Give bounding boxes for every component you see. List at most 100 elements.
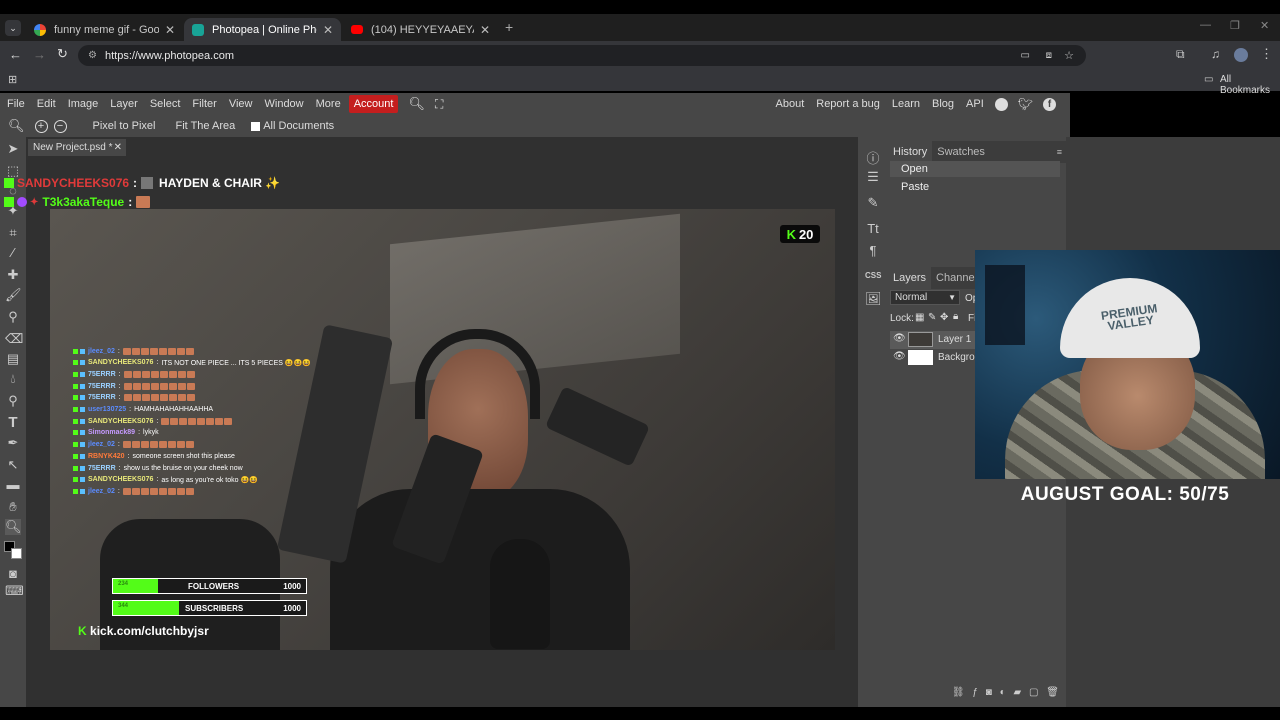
all-documents-checkbox[interactable] [251,121,261,131]
fullscreen-icon[interactable]: ⛶ [435,97,443,112]
type-tool-icon[interactable]: T [5,415,21,431]
all-bookmarks-link[interactable]: All Bookmarks [1220,74,1280,96]
media-icon[interactable]: ♫ [1211,47,1220,61]
reddit-icon[interactable] [994,97,1008,111]
tab-youtube[interactable]: (104) HEYYEYAAEYAAAEYAEYAA ✕ [343,18,498,41]
bookmark-star-icon[interactable]: ☆ [1064,49,1074,62]
pen-tool-icon[interactable]: ✒ [5,435,21,451]
address-bar[interactable]: ⚙ https://www.photopea.com ☆ ▭ ⧈ [78,45,1086,66]
adjustment-layer-icon[interactable]: ◐ [1000,687,1006,703]
account-button[interactable]: Account [348,95,399,113]
menu-layer[interactable]: Layer [104,98,144,110]
close-icon[interactable]: ✕ [323,23,333,37]
effects-icon[interactable]: ƒ [972,687,978,703]
shape-tool-icon[interactable]: ▬ [5,477,21,493]
fit-area-button[interactable]: Fit The Area [170,120,242,132]
adjustments-icon[interactable]: ☰ [865,169,881,185]
hand-tool-icon[interactable]: ✋︎ [5,499,21,515]
reload-icon[interactable]: ↻ [57,46,68,62]
close-icon[interactable]: ✕ [165,23,175,37]
apps-grid-icon[interactable]: ⊞ [8,73,17,86]
zoom-out-icon[interactable]: − [53,119,67,133]
tab-google[interactable]: funny meme gif - Google Search ✕ [26,18,183,41]
background-color-swatch[interactable] [11,548,22,559]
menu-file[interactable]: File [1,98,31,110]
close-window-icon[interactable]: ✕ [1260,19,1269,32]
stamp-tool-icon[interactable]: ⚲ [5,309,21,325]
menu-blog[interactable]: Blog [926,98,960,110]
blend-mode-select[interactable]: Normal ▼ [890,290,960,305]
character-icon[interactable]: Tt [865,221,881,237]
panel-menu-icon[interactable]: ≡ [1057,147,1062,157]
lock-all-icon[interactable]: 🔒︎ [953,311,958,322]
lock-move-icon[interactable]: ✥ [940,312,948,323]
quick-mask-icon[interactable]: ◙ [5,566,21,582]
css-icon[interactable]: CSS [865,271,881,287]
menu-kebab-icon[interactable]: ⋮ [1260,46,1273,62]
healing-brush-icon[interactable]: ✚ [5,267,21,283]
eraser-tool-icon[interactable]: ⌫ [5,331,23,347]
tab-swatches[interactable]: Swatches [932,141,990,163]
twitter-icon[interactable]: 🐦︎ [1018,97,1033,111]
maximize-icon[interactable]: ❐ [1230,19,1240,32]
layer-actions: ⛓ ƒ ◙ ◐ ▰ ▢ 🗑︎ [948,687,1063,703]
site-info-icon[interactable]: ⚙ [88,50,97,61]
menu-report-bug[interactable]: Report a bug [810,98,886,110]
avatar[interactable] [1234,48,1248,62]
minimize-icon[interactable]: — [1200,19,1211,31]
tab-history[interactable]: History [888,141,933,163]
tab-photopea[interactable]: Photopea | Online Photo Editor ✕ [184,18,341,41]
dodge-tool-icon[interactable]: ⚲ [5,393,21,409]
blur-tool-icon[interactable]: 💧︎ [5,371,21,387]
menu-window[interactable]: Window [259,98,310,110]
tab-layers[interactable]: Layers [888,267,932,289]
cast-icon[interactable]: ⧈ [1046,50,1052,61]
zoom-tool-icon[interactable]: 🔍︎ [5,519,22,535]
link-icon[interactable]: ⛓ [952,687,965,703]
extension-puzzle-icon[interactable]: ⧉ [1176,47,1185,62]
paragraph-icon[interactable]: ¶ [865,243,881,259]
history-item-open[interactable]: Open [890,161,1060,177]
menu-view[interactable]: View [223,98,259,110]
close-icon[interactable]: ✕ [480,23,490,37]
new-tab-icon[interactable]: + [505,19,513,35]
crop-tool-icon[interactable]: ⌗ [5,225,21,241]
zoom-in-icon[interactable]: + [34,119,48,133]
brush-tool-icon[interactable]: 🖌︎ [5,287,22,303]
menu-edit[interactable]: Edit [31,98,62,110]
mask-icon[interactable]: ◙ [986,687,992,703]
lock-paint-icon[interactable]: ✎ [928,312,936,323]
visibility-eye-icon[interactable]: 👁︎ [893,333,906,344]
path-select-icon[interactable]: ↖ [5,457,21,473]
facebook-icon[interactable]: f [1043,97,1056,111]
menu-filter[interactable]: Filter [186,98,222,110]
eyedropper-icon[interactable]: ⁄ [5,245,21,261]
brush-settings-icon[interactable]: ✎ [865,195,881,211]
gradient-tool-icon[interactable]: ▤ [5,351,21,367]
menu-image[interactable]: Image [62,98,105,110]
back-icon[interactable]: ← [9,47,22,62]
lock-pixels-icon[interactable]: ▦ [915,312,924,323]
visibility-eye-icon[interactable]: 👁︎ [893,351,906,362]
menu-api[interactable]: API [960,98,990,110]
keyboard-icon[interactable]: ⌨ [5,583,24,599]
document-canvas[interactable]: K 20 jleez_02: SANDYCHEEKS076: ITS NOT ONE… [50,209,835,650]
tab-search-icon[interactable]: ⌄ [5,20,21,36]
menu-more[interactable]: More [310,98,347,110]
search-icon[interactable]: 🔍︎ [408,96,425,112]
close-icon[interactable]: ✕ [114,142,122,153]
history-item-paste[interactable]: Paste [890,179,1060,195]
install-icon[interactable]: ▭ [1021,50,1030,61]
menu-select[interactable]: Select [144,98,187,110]
group-folder-icon[interactable]: ▰ [1014,687,1022,703]
pixel-to-pixel-button[interactable]: Pixel to Pixel [87,120,162,132]
document-tab[interactable]: New Project.psd * ✕ [28,139,126,156]
trash-icon[interactable]: 🗑︎ [1046,687,1059,703]
image-icon[interactable]: 🖼︎ [865,291,882,307]
menu-learn[interactable]: Learn [886,98,926,110]
new-layer-icon[interactable]: ▢ [1029,687,1038,703]
move-tool-icon[interactable]: ➤ [5,141,21,157]
info-icon[interactable]: ⓘ [865,148,881,166]
forward-icon[interactable]: → [33,47,46,62]
menu-about[interactable]: About [770,98,811,110]
